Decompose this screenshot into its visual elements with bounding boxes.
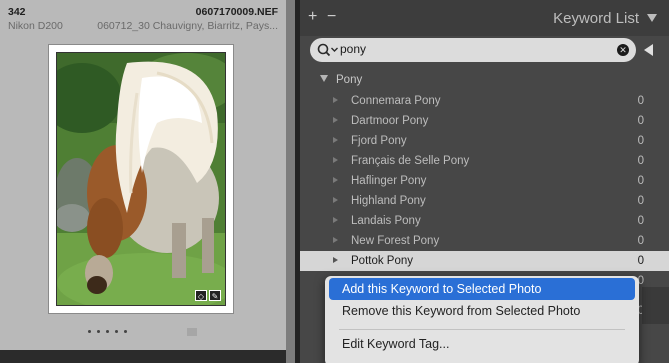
keyword-label: Connemara Pony	[351, 95, 441, 107]
camera-model: Nikon D200	[8, 20, 63, 32]
keyword-context-menu: Add this Keyword to Selected Photo Remov…	[325, 276, 639, 363]
thumbnail-badges: ◇ ✎	[195, 290, 221, 301]
keyword-label: Highland Pony	[351, 195, 426, 207]
menu-item-remove-keyword[interactable]: Remove this Keyword from Selected Photo	[329, 300, 635, 322]
panel-scrollbar[interactable]	[642, 287, 669, 324]
keyword-badge-icon[interactable]: ✎	[209, 290, 221, 301]
keyword-label: Haflinger Pony	[351, 175, 427, 187]
cell-info: 342 0607170009.NEF Nikon D200 060712_30 …	[8, 6, 278, 34]
keyword-parent-label: Pony	[336, 74, 363, 86]
search-input[interactable]: pony	[340, 42, 366, 56]
photo-filename: 0607170009.NEF	[195, 6, 278, 18]
panel-title[interactable]: Keyword List	[553, 10, 639, 27]
collection-badge-icon[interactable]: ◇	[195, 290, 207, 301]
expand-triangle-icon[interactable]	[320, 75, 328, 82]
keyword-label: Dartmoor Pony	[351, 115, 429, 127]
keyword-row[interactable]: Dartmoor Pony 0	[300, 111, 669, 131]
keyword-search-field[interactable]: pony ✕	[310, 38, 636, 62]
keyword-row[interactable]: Fjord Pony 0	[300, 131, 669, 151]
keyword-count: 0	[637, 175, 644, 187]
rating-dot[interactable]	[97, 330, 100, 333]
thumbnail-frame[interactable]: ◇ ✎	[48, 44, 234, 314]
photo-index: 342	[8, 6, 26, 18]
keyword-arrow-icon[interactable]	[333, 117, 338, 123]
panel-header[interactable]: + − Keyword List	[300, 0, 669, 36]
keyword-row-selected[interactable]: Pottok Pony 0	[300, 251, 669, 271]
clear-search-icon[interactable]: ✕	[617, 44, 629, 56]
search-icon[interactable]	[316, 42, 338, 58]
filter-toggle-icon[interactable]	[644, 44, 653, 56]
collapse-triangle-icon[interactable]	[647, 14, 657, 22]
keyword-row[interactable]: Highland Pony 0	[300, 191, 669, 211]
keyword-arrow-icon[interactable]	[333, 137, 338, 143]
rating-dot[interactable]	[115, 330, 118, 333]
keyword-list: Connemara Pony 0 Dartmoor Pony 0 Fjord Pon…	[300, 91, 669, 271]
keyword-label: Fjord Pony	[351, 135, 407, 147]
keyword-row[interactable]: New Forest Pony 0	[300, 231, 669, 251]
keyword-arrow-icon[interactable]	[333, 157, 338, 163]
menu-item-edit-keyword[interactable]: Edit Keyword Tag...	[329, 333, 635, 355]
keyword-arrow-icon[interactable]	[333, 197, 338, 203]
add-keyword-button[interactable]: +	[308, 9, 317, 25]
keyword-label: New Forest Pony	[351, 235, 440, 247]
keyword-label: Pottok Pony	[351, 255, 414, 267]
keyword-parent-pony[interactable]: Pony	[320, 74, 362, 86]
pony-photo[interactable]: ◇ ✎	[56, 52, 226, 306]
keyword-label: Landais Pony	[351, 215, 421, 227]
folder-name: 060712_30 Chauvigny, Biarritz, Pays...	[97, 20, 278, 32]
keyword-arrow-icon[interactable]	[333, 257, 338, 263]
keyword-row[interactable]: Landais Pony 0	[300, 211, 669, 231]
menu-item-add-keyword[interactable]: Add this Keyword to Selected Photo	[329, 278, 635, 300]
keyword-arrow-icon[interactable]	[333, 97, 338, 103]
keyword-row[interactable]: Français de Selle Pony 0	[300, 151, 669, 171]
remove-keyword-button[interactable]: −	[327, 9, 336, 25]
keyword-arrow-icon[interactable]	[333, 237, 338, 243]
keyword-count: 0	[637, 215, 644, 227]
rating-dot[interactable]	[124, 330, 127, 333]
keyword-count: 0	[637, 95, 644, 107]
keyword-label: Français de Selle Pony	[351, 155, 470, 167]
menu-separator	[339, 329, 625, 330]
keyword-count: 0	[637, 115, 644, 127]
panel-divider[interactable]	[286, 0, 295, 363]
keyword-count: 0	[637, 135, 644, 147]
keyword-count: 0	[637, 235, 644, 247]
keyword-arrow-icon[interactable]	[333, 217, 338, 223]
grid-cell[interactable]: 342 0607170009.NEF Nikon D200 060712_30 …	[0, 0, 286, 350]
grid-bottom-bar	[0, 350, 295, 363]
rating-dot[interactable]	[106, 330, 109, 333]
keyword-row[interactable]: Haflinger Pony 0	[300, 171, 669, 191]
keyword-arrow-icon[interactable]	[333, 177, 338, 183]
rating-dots[interactable]	[88, 330, 127, 333]
color-label-indicator[interactable]	[187, 328, 197, 336]
rating-dot[interactable]	[88, 330, 91, 333]
keyword-count: 0	[637, 255, 644, 267]
keyword-count: 0	[637, 195, 644, 207]
keyword-row[interactable]: Connemara Pony 0	[300, 91, 669, 111]
keyword-count: 0	[637, 155, 644, 167]
